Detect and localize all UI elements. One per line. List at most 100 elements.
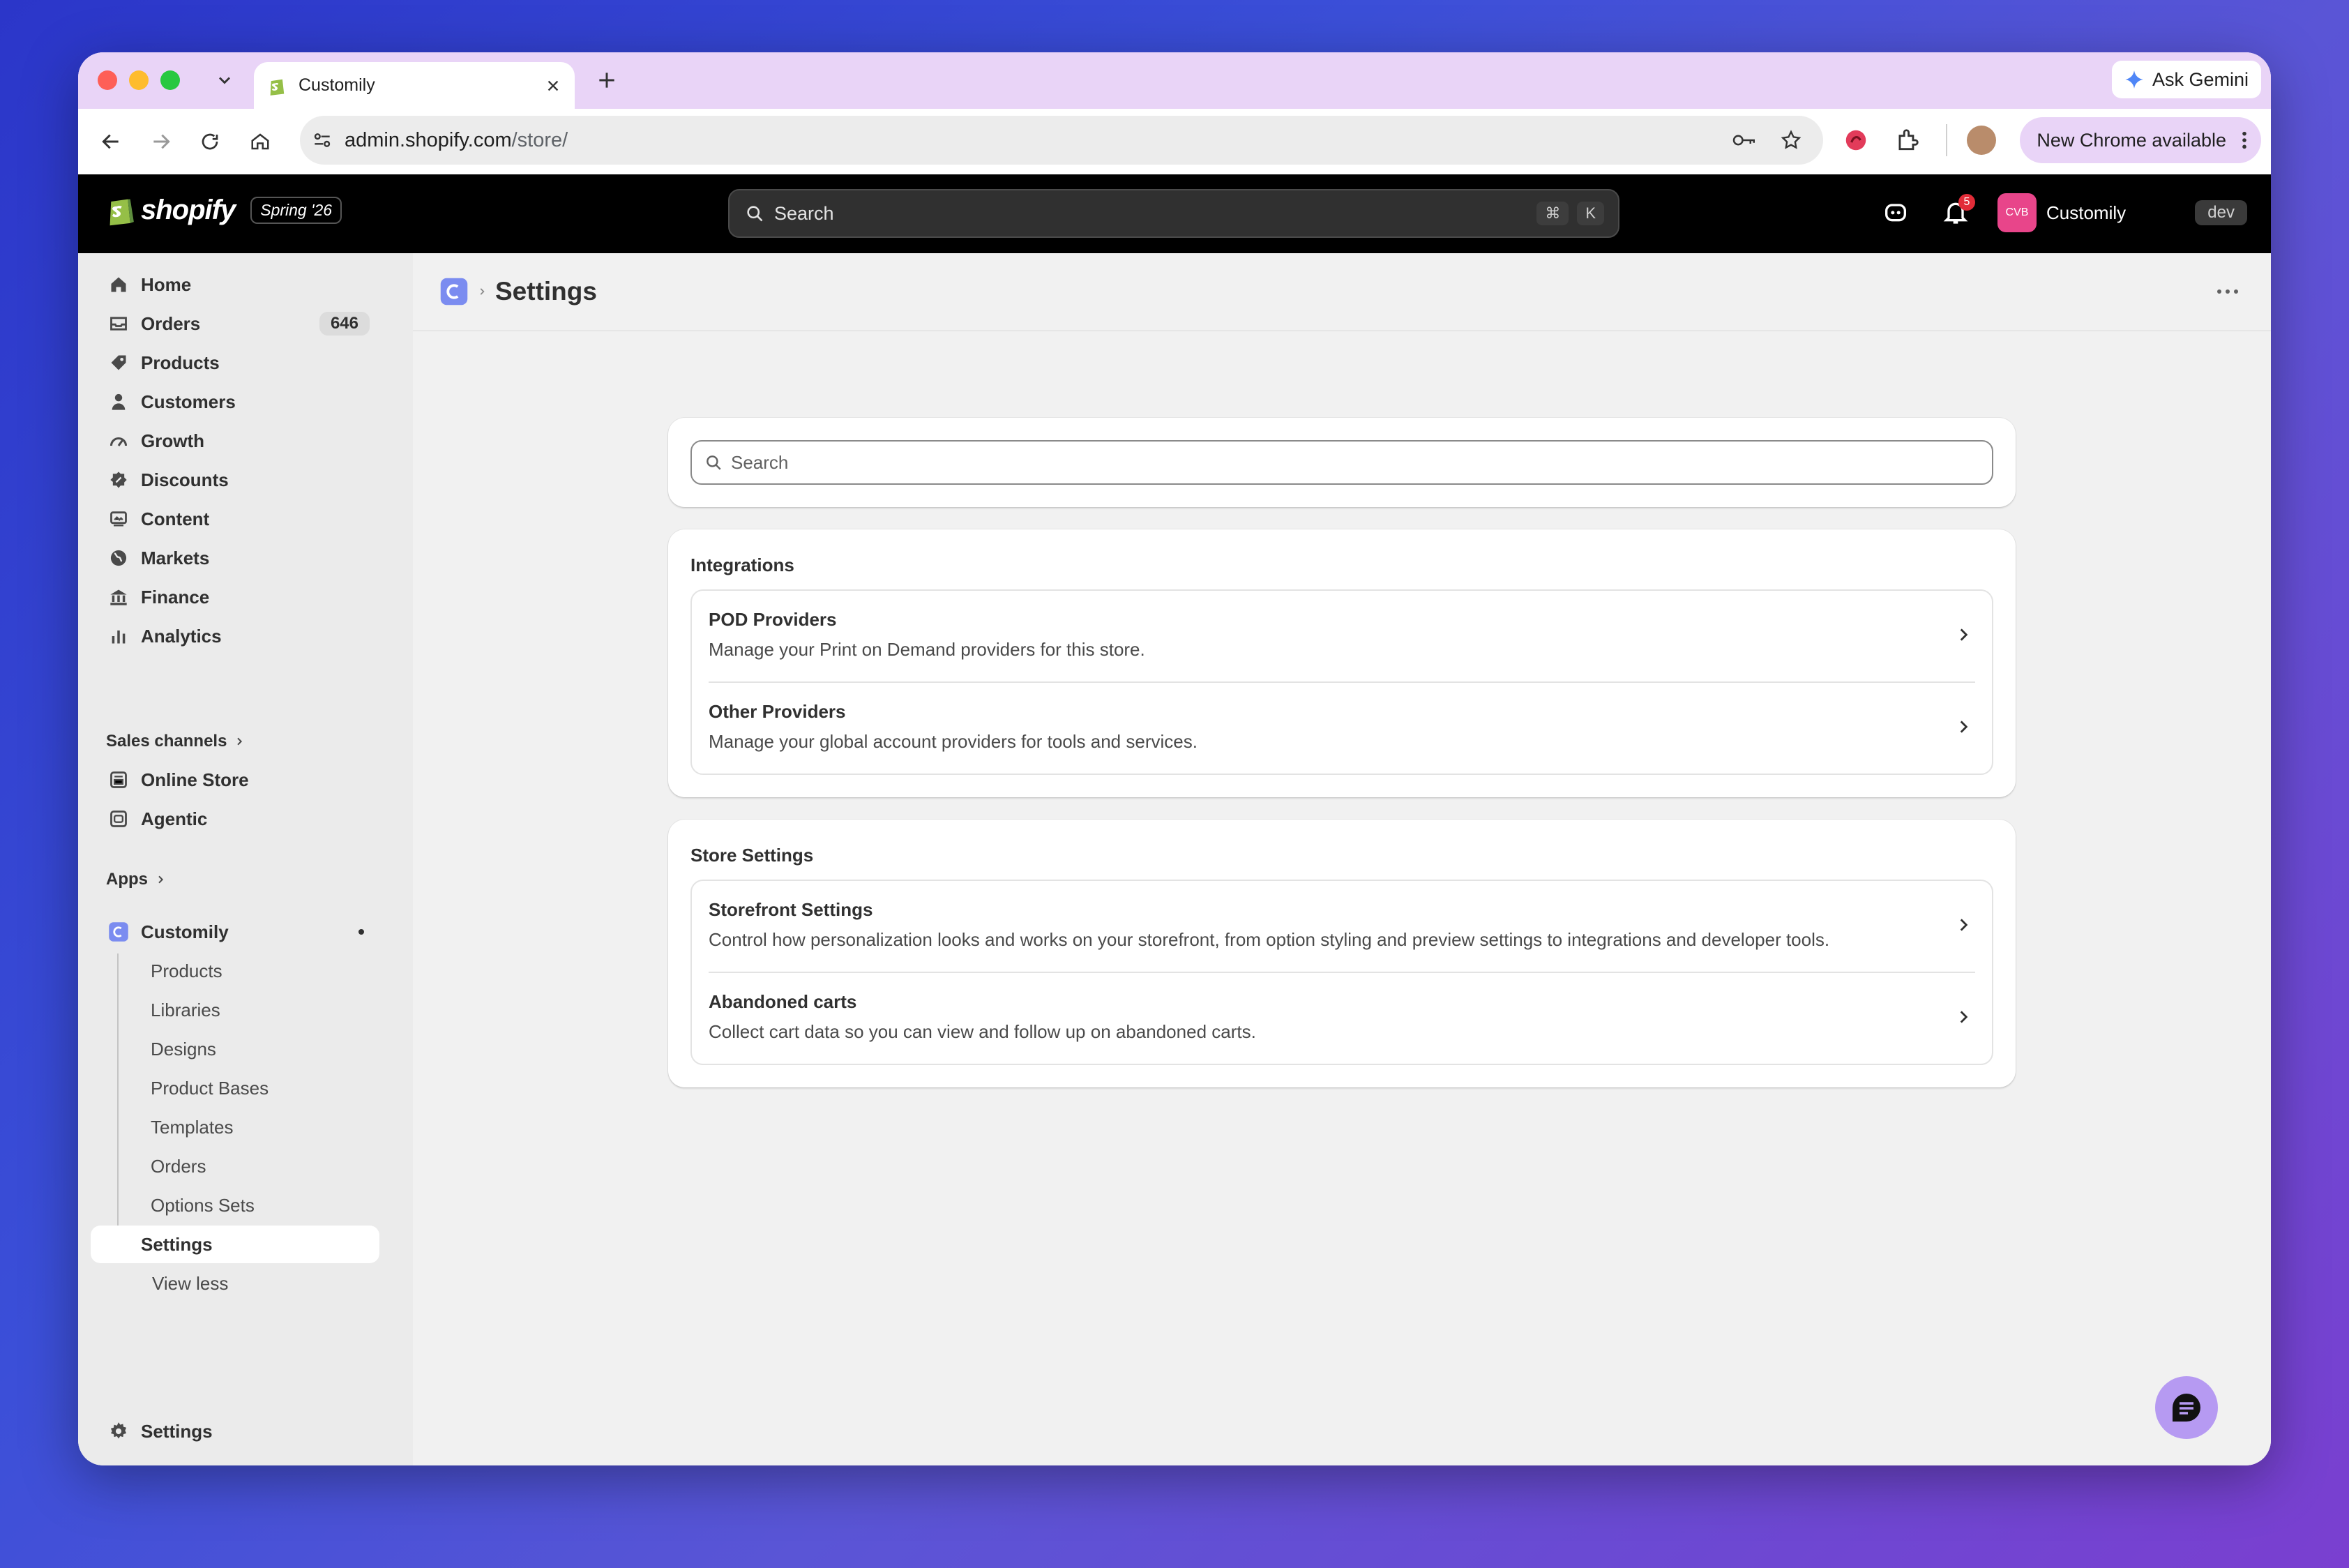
chevron-right-icon: [234, 736, 245, 747]
sidebar-item-label: Discounts: [141, 469, 229, 490]
sidebar-subitem-orders[interactable]: Orders: [141, 1147, 379, 1185]
customily-app-icon: [105, 921, 133, 942]
sidebar-item-markets[interactable]: Markets: [91, 539, 379, 577]
store-menu-button[interactable]: CVB Customily: [1997, 193, 2126, 232]
orders-count-badge: 646: [319, 312, 370, 336]
tree-line: [117, 953, 119, 1223]
settings-search-card: [668, 418, 2016, 507]
sidebar-item-growth[interactable]: Growth: [91, 422, 379, 460]
tab-search-chevron-icon[interactable]: [215, 70, 234, 90]
pin-dot[interactable]: [358, 929, 364, 935]
extensions-puzzle-icon[interactable]: [1894, 127, 1921, 153]
sidebar-subitem-libraries[interactable]: Libraries: [141, 991, 379, 1029]
minimize-window-button[interactable]: [129, 70, 149, 90]
site-settings-icon[interactable]: [311, 129, 333, 151]
sidebar-subitem-designs[interactable]: Designs: [141, 1030, 379, 1068]
sidebar-subitem-label: Options Sets: [151, 1194, 255, 1216]
abandoned-carts-row[interactable]: Abandoned carts Collect cart data so you…: [709, 972, 1975, 1064]
reload-icon[interactable]: [194, 126, 226, 158]
browser-tab[interactable]: Customily: [254, 62, 575, 109]
new-chrome-button[interactable]: New Chrome available: [2020, 117, 2261, 163]
store-settings-title: Store Settings: [690, 845, 814, 866]
forward-arrow-icon[interactable]: [145, 126, 177, 158]
apps-label: Apps: [106, 870, 148, 889]
browser-toolbar: admin.shopify.com/store/ New Chrome avai…: [78, 109, 2271, 174]
sidebar-item-label: Customers: [141, 391, 236, 412]
sidebar-item-finance[interactable]: Finance: [91, 578, 379, 616]
notifications-bell-icon[interactable]: 5: [1942, 194, 1975, 226]
integrations-title: Integrations: [690, 555, 794, 575]
password-key-icon[interactable]: [1731, 130, 1758, 151]
view-less-button[interactable]: View less: [141, 1265, 379, 1302]
back-arrow-icon[interactable]: [95, 126, 127, 158]
other-providers-row[interactable]: Other Providers Manage your global accou…: [709, 681, 1975, 774]
chat-bubble-icon: [2170, 1391, 2203, 1424]
pod-providers-row[interactable]: POD Providers Manage your Print on Deman…: [692, 591, 1992, 681]
gemini-sparkle-icon: [2124, 70, 2144, 89]
sidebar-item-label: Orders: [141, 312, 201, 334]
maximize-window-button[interactable]: [160, 70, 180, 90]
extension-icon[interactable]: [1843, 127, 1869, 153]
sidebar-item-label: Agentic: [141, 808, 208, 829]
global-search-input[interactable]: Search ⌘ K: [728, 189, 1619, 238]
customily-app-icon[interactable]: [439, 277, 469, 306]
address-bar[interactable]: admin.shopify.com/store/: [300, 116, 1823, 165]
breadcrumb-chevron-icon: [477, 287, 487, 296]
store-avatar: CVB: [1997, 193, 2037, 232]
agent-icon: [105, 809, 133, 829]
chevron-right-icon: [1954, 916, 1972, 934]
sidebar-subitem-settings[interactable]: Settings: [91, 1226, 379, 1263]
sidebar-item-customers[interactable]: Customers: [91, 383, 379, 421]
close-window-button[interactable]: [98, 70, 117, 90]
sidebar-item-customily[interactable]: Customily: [91, 913, 379, 951]
sidebar-subitem-products[interactable]: Products: [141, 952, 379, 990]
storefront-settings-row[interactable]: Storefront Settings Control how personal…: [692, 881, 1992, 972]
sidebar-item-agentic[interactable]: Agentic: [91, 800, 379, 838]
shopify-bag-icon: [106, 193, 135, 227]
sidebar-subitem-label: Orders: [151, 1155, 206, 1177]
globe-icon: [105, 548, 133, 568]
row-title: Abandoned carts: [709, 991, 857, 1012]
sidebar-item-discounts[interactable]: Discounts: [91, 461, 379, 499]
shopify-topbar: shopify Spring '26 Search ⌘ K 5 CVB Cust…: [78, 174, 2271, 253]
sidebar-item-label: Settings: [141, 1420, 213, 1442]
browser-window: Customily Ask Gemini admin.shopify.com/s…: [78, 52, 2271, 1465]
content-icon: [105, 509, 133, 529]
shopify-logo[interactable]: shopify Spring '26: [106, 193, 342, 227]
row-description: Collect cart data so you can view and fo…: [709, 1021, 1256, 1042]
inbox-icon: [105, 314, 133, 333]
kebab-menu-icon[interactable]: [2242, 130, 2247, 150]
home-icon: [105, 275, 133, 294]
main-content: Settings Integrations POD Providers: [413, 253, 2271, 1465]
search-icon: [704, 453, 723, 472]
more-actions-icon[interactable]: [2216, 288, 2239, 295]
sidebar-subitem-options-sets[interactable]: Options Sets: [141, 1186, 379, 1224]
sidebar-item-content[interactable]: Content: [91, 500, 379, 538]
settings-search-input[interactable]: [730, 451, 1992, 474]
sidebar-subitem-product-bases[interactable]: Product Bases: [141, 1069, 379, 1107]
notification-count-badge: 5: [1958, 194, 1975, 211]
settings-search-field[interactable]: [690, 440, 1993, 485]
bookmark-star-icon[interactable]: [1780, 129, 1802, 151]
sidebar-item-online-store[interactable]: Online Store: [91, 761, 379, 799]
bar-chart-icon: [105, 626, 133, 646]
profile-avatar[interactable]: [1967, 126, 1996, 155]
sidekick-icon[interactable]: [1882, 198, 1910, 226]
row-title: Storefront Settings: [709, 899, 873, 920]
ask-gemini-button[interactable]: Ask Gemini: [2111, 61, 2261, 98]
sidebar-item-products[interactable]: Products: [91, 344, 379, 382]
sales-channels-header[interactable]: Sales channels: [106, 732, 245, 751]
sidebar-item-orders[interactable]: Orders 646: [91, 305, 379, 342]
sidebar-subitem-templates[interactable]: Templates: [141, 1108, 379, 1146]
new-tab-icon[interactable]: [596, 69, 618, 91]
edition-badge: Spring '26: [250, 196, 342, 224]
new-chrome-label: New Chrome available: [2037, 129, 2226, 151]
sidebar-item-settings[interactable]: Settings: [91, 1412, 379, 1450]
sidebar-item-home[interactable]: Home: [91, 266, 379, 303]
chat-support-button[interactable]: [2155, 1376, 2218, 1439]
sidebar-item-analytics[interactable]: Analytics: [91, 617, 379, 655]
apps-header[interactable]: Apps: [106, 870, 166, 889]
home-button-icon[interactable]: [244, 126, 276, 158]
store-settings-card: Store Settings Storefront Settings Contr…: [668, 820, 2016, 1087]
close-tab-icon[interactable]: [545, 78, 561, 93]
